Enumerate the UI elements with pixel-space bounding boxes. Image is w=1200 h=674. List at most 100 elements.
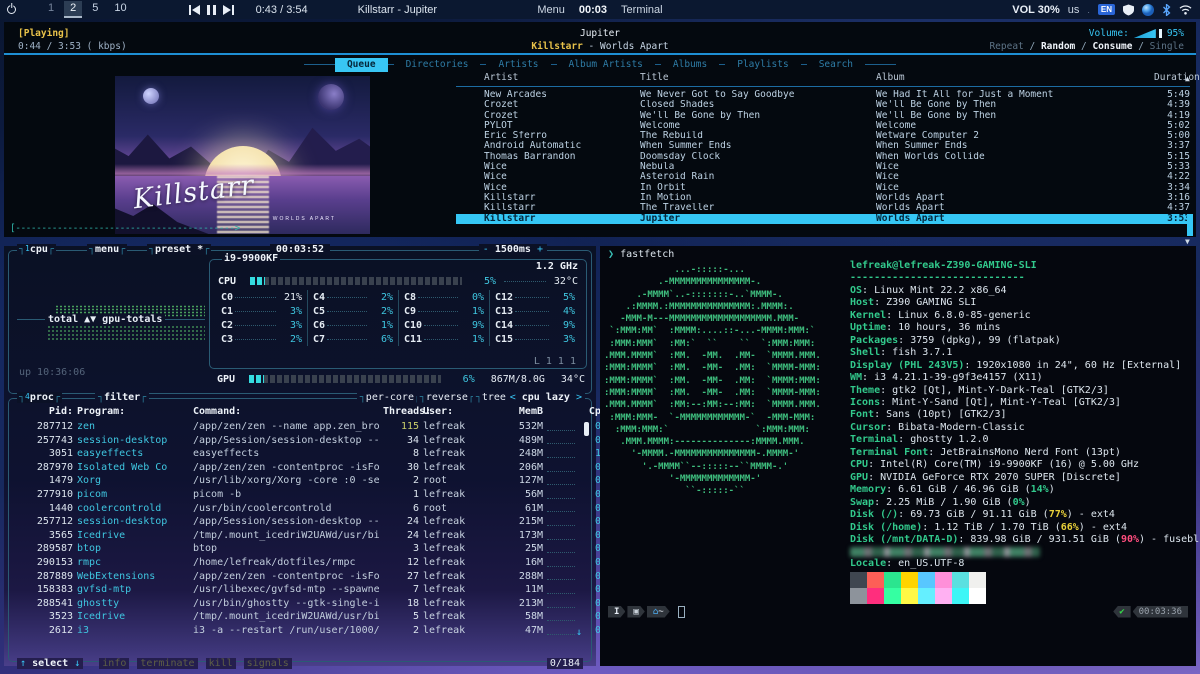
process-row[interactable]: 2612 i3 i3 -a --restart /run/user/1000/2 le… <box>13 624 613 638</box>
graph-divider[interactable]: total ▲▼ gpu-totals <box>17 314 205 325</box>
terminate-button[interactable]: terminate <box>137 658 198 669</box>
volume-row[interactable]: Volume: 95% <box>989 27 1184 40</box>
workspace-button-5[interactable]: 5 <box>86 1 104 18</box>
scroll-up-icon[interactable]: ▲ <box>1185 74 1190 83</box>
process-row[interactable]: 288541 ghostty/usr/bin/ghostty --gtk-sing… <box>13 597 613 611</box>
process-row[interactable]: 287889 WebExtensions/app/zen/zen -content… <box>13 570 613 584</box>
queue-row[interactable]: Crozet Closed Shades We'll Be Gone by Then… <box>456 100 1190 110</box>
process-row[interactable]: 257712 session-desktop/app/Session/sessio… <box>13 515 613 529</box>
interval-plus-button[interactable]: + <box>537 244 543 255</box>
leader-dots <box>515 310 549 312</box>
info-button[interactable]: info <box>99 658 130 669</box>
media-pause-icon[interactable] <box>206 4 216 15</box>
queue-scrollbar[interactable]: ▲ ▼ <box>1185 74 1194 246</box>
cell-program: ghostty <box>77 597 120 609</box>
mode-consume[interactable]: Consume <box>1092 41 1132 52</box>
process-row[interactable]: 158383 gvfsd-mtp/usr/libexec/gvfsd-mtp --… <box>13 583 613 597</box>
volume-indicator[interactable]: VOL 30% <box>1012 4 1060 16</box>
palette-row <box>850 588 986 604</box>
tab-artists[interactable]: Artists <box>486 58 551 72</box>
keyboard-layout[interactable]: us <box>1068 4 1080 16</box>
col-memb[interactable]: MemB <box>497 406 543 417</box>
interval-minus-button[interactable]: - <box>483 244 489 255</box>
mode-random[interactable]: Random <box>1041 41 1075 52</box>
core-row-c8: C8 0% <box>404 290 484 304</box>
language-badge[interactable]: EN <box>1097 4 1115 15</box>
cell-command: /app/Session/session-desktop -- <box>193 434 379 446</box>
menu-button[interactable]: Menu <box>537 4 565 16</box>
reverse-button[interactable]: ┐reverse┌ <box>416 392 477 403</box>
proc-box-title[interactable]: ┐4proc┌ <box>17 392 62 403</box>
queue-row[interactable]: Wice In Orbit Wice 3:34 <box>456 183 1190 193</box>
info-value: : ghostty 1.2.0 <box>898 434 989 446</box>
fastfetch-line: Uptime: 10 hours, 36 mins <box>850 322 1200 334</box>
media-next-icon[interactable] <box>222 4 234 15</box>
scroll-down-icon[interactable]: ▼ <box>1185 237 1190 246</box>
scrollbar-thumb[interactable] <box>1187 214 1193 236</box>
sort-selector[interactable]: < cpu lazy > <box>506 392 585 403</box>
queue-row[interactable]: Killstarr The Traveller Worlds Apart 4:37 <box>456 203 1190 213</box>
cwd-segment[interactable]: ⌂~ <box>647 606 670 618</box>
tab-playlists[interactable]: Playlists <box>725 58 801 72</box>
proc-scrollbar-thumb[interactable] <box>584 422 589 436</box>
wifi-icon[interactable] <box>1179 4 1192 15</box>
proc-scroll-down-icon[interactable]: ↓ <box>576 627 582 638</box>
mode-single[interactable]: Single <box>1150 41 1184 52</box>
queue-row[interactable]: Android Automatic When Summer Ends When Su… <box>456 141 1190 151</box>
col-command[interactable]: Command: <box>193 406 379 417</box>
browser-icon[interactable] <box>1142 3 1154 16</box>
process-row[interactable]: 3565 Icedrive/tmp/.mount_icedriW2UAWd/usr… <box>13 529 613 543</box>
process-row[interactable]: 3051easyeffectseasyeffects8lefreak248M1.… <box>13 447 613 461</box>
queue-row[interactable]: Crozet We'll Be Gone by Then We'll Be Gone… <box>456 111 1190 121</box>
workspace-button-2[interactable]: 2 <box>64 1 83 18</box>
queue-row[interactable]: Killstarr In Motion Worlds Apart 3:16 <box>456 193 1190 203</box>
process-row[interactable]: 257743 session-desktop/app/Session/sessio… <box>13 434 613 448</box>
process-row[interactable]: 290153 rmpc/home/lefreak/dotfiles/rmpc 12 l… <box>13 556 613 570</box>
workspace-button-1[interactable]: 1 <box>42 1 60 18</box>
tab-directories[interactable]: Directories <box>393 58 481 72</box>
shield-icon[interactable] <box>1123 4 1134 16</box>
col-threads[interactable]: Threads: <box>383 406 431 417</box>
process-row[interactable]: 1440 coolercontrold/usr/bin/coolercontrol… <box>13 502 613 516</box>
queue-row[interactable]: Eric Sferro The Rebuild Wetware Computer 2… <box>456 131 1190 141</box>
process-row[interactable]: 287970 Isolated Web Co/app/zen/zen -conte… <box>13 461 613 475</box>
signals-button[interactable]: signals <box>243 658 292 669</box>
core-column: C8 0% C9 1% C10 9% C11 1% <box>398 290 489 346</box>
queue-row[interactable]: New Arcades We Never Got to Say Goodbye We… <box>456 90 1190 100</box>
cell-threads: 8 <box>412 448 419 460</box>
media-prev-icon[interactable] <box>188 4 200 15</box>
process-row[interactable]: 3523 Icedrive/tmp/.mount_icedriW2UAWd/usr… <box>13 610 613 624</box>
kill-button[interactable]: kill <box>205 658 236 669</box>
cell-pid: 3051 <box>48 448 73 460</box>
filter-button[interactable]: ┐filter┌ <box>95 392 150 403</box>
col-pid[interactable]: Pid: <box>17 406 73 417</box>
queue-row[interactable]: Wice Asteroid Rain Wice 4:22 <box>456 172 1190 182</box>
queue-row[interactable]: Killstarr Jupiter Worlds Apart 3:53 <box>456 213 1190 224</box>
queue-row[interactable]: Thomas Barrandon Doomsday Clock When World… <box>456 152 1190 162</box>
process-row[interactable]: 277910picompicom -b1lefreak56M0.1 <box>13 488 613 502</box>
select-control[interactable]: ↑ select ↓ <box>17 658 84 669</box>
core-usage-value: 3% <box>289 319 302 331</box>
col-program[interactable]: Program: <box>77 406 189 417</box>
song-progress-bar[interactable]: [---------------------------------------… <box>10 223 240 234</box>
cell-user: lefreak <box>423 624 466 636</box>
process-row[interactable]: 289587btopbtop3lefreak25M0.0 <box>13 542 613 556</box>
cell-mem: 173M <box>518 529 543 541</box>
queue-row[interactable]: PYLOT Welcome Welcome 5:02 <box>456 121 1190 131</box>
bar-right: VOL 30% us . EN <box>1012 3 1200 16</box>
tab-search[interactable]: Search <box>806 58 866 72</box>
info-label: Display (PHL 243V5) <box>850 359 965 371</box>
process-row[interactable]: 1479 Xorg/usr/lib/xorg/Xorg -core :0 -se 2… <box>13 474 613 488</box>
tab-queue[interactable]: Queue <box>334 58 388 72</box>
tab-albums[interactable]: Albums <box>660 58 720 72</box>
queue-row[interactable]: Wice Nebula Wice 5:33 <box>456 162 1190 172</box>
tab-album-artists[interactable]: Album Artists <box>556 58 655 72</box>
per-core-button[interactable]: ┐per-core┌ <box>356 392 423 403</box>
power-icon[interactable] <box>7 5 16 14</box>
col-user[interactable]: User: <box>423 406 493 417</box>
bluetooth-icon[interactable] <box>1162 3 1171 16</box>
mode-repeat[interactable]: Repeat <box>989 41 1023 52</box>
workspace-button-10[interactable]: 10 <box>108 1 132 18</box>
process-row[interactable]: 287712 zen/app/zen/zen --name app.zen_bro… <box>13 420 613 434</box>
core-name: C10 <box>404 319 423 331</box>
